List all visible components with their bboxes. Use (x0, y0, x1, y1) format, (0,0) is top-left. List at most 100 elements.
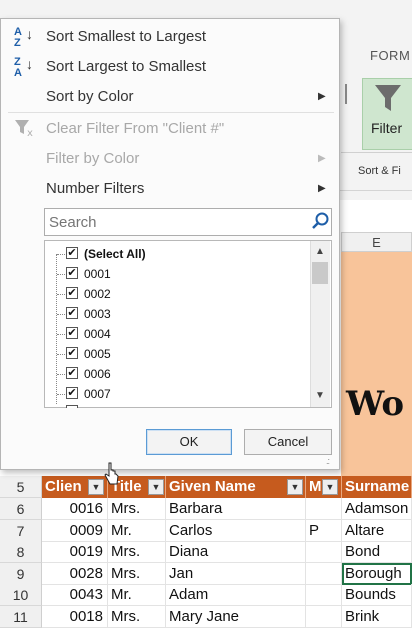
row-header[interactable]: 11 (0, 605, 42, 628)
client-filter-dropdown[interactable]: ▼ (88, 479, 104, 495)
column-header-e[interactable]: E (341, 232, 412, 252)
scrollbar-thumb[interactable] (312, 262, 328, 284)
tree-branch (57, 294, 65, 295)
filter-value-item[interactable]: ✔ 0001 (57, 265, 296, 283)
banner-text: Wo (346, 384, 405, 424)
scroll-down-icon[interactable]: ▼ (312, 390, 328, 401)
menu-sort-asc-label: Sort Smallest to Largest (46, 28, 207, 45)
filter-value-item[interactable]: ✔ 0007 (57, 385, 296, 403)
ribbon-divider (341, 152, 412, 153)
checkbox[interactable] (66, 405, 78, 408)
svg-text:x: x (27, 128, 33, 138)
checkbox[interactable]: ✔ (66, 347, 78, 359)
filter-value-label: 0007 (84, 387, 111, 401)
tree-connector (56, 254, 57, 404)
cell-client[interactable]: 0028 (42, 562, 108, 585)
row-header-5[interactable]: 5 (0, 476, 42, 498)
resize-grip-icon[interactable]: .: (326, 456, 330, 466)
checkbox[interactable]: ✔ (66, 387, 78, 399)
row-header[interactable]: 10 (0, 584, 42, 606)
checkbox[interactable]: ✔ (66, 307, 78, 319)
menu-sort-by-color[interactable]: Sort by Color (46, 88, 134, 105)
menu-clear-filter[interactable]: Clear Filter From "Client #" (46, 120, 224, 137)
filter-search-input[interactable] (44, 208, 332, 236)
row-header[interactable]: 6 (0, 498, 42, 520)
middle-filter-dropdown[interactable]: ▼ (322, 479, 338, 495)
cell-middle[interactable] (306, 562, 342, 585)
ok-button[interactable]: OK (146, 429, 232, 455)
menu-number-filters-label: Number Filters (46, 180, 145, 197)
checkbox[interactable]: ✔ (66, 247, 78, 259)
cell-given-name[interactable]: Barbara (166, 498, 306, 520)
filter-value-label: 0003 (84, 307, 111, 321)
menu-filter-by-color[interactable]: Filter by Color (46, 150, 139, 167)
header-given-name-label: Given Name (169, 478, 256, 495)
select-all-item[interactable]: ✔ (Select All) (57, 245, 296, 263)
filter-value-label: 0001 (84, 267, 111, 281)
filter-value-item[interactable]: ✔ 0004 (57, 325, 296, 343)
cell-title[interactable]: Mrs. (108, 541, 166, 563)
menu-sort-by-color-label: Sort by Color (46, 88, 134, 105)
checkbox[interactable]: ✔ (66, 367, 78, 379)
sort-ascending-icon: A Z ↓ (14, 26, 33, 49)
menu-clear-filter-label: Clear Filter From "Client #" (46, 120, 225, 137)
row-header[interactable]: 9 (0, 562, 42, 585)
filter-value-item[interactable]: ✔ 0002 (57, 285, 296, 303)
menu-sort-smallest-to-largest[interactable]: Sort Smallest to Largest (46, 28, 206, 45)
filter-label: Filter (371, 120, 403, 136)
filter-value-item[interactable]: ✔ 0003 (57, 305, 296, 323)
tree-branch (57, 314, 65, 315)
row-header[interactable]: 7 (0, 519, 42, 542)
cell-middle[interactable] (306, 498, 342, 520)
filter-value-item[interactable]: ✔ 0005 (57, 345, 296, 363)
cell-given-name[interactable]: Carlos (166, 519, 306, 542)
menu-sort-desc-label: Sort Largest to Smallest (46, 58, 207, 75)
cell-given-name[interactable]: Jan (166, 562, 306, 585)
cell-title[interactable]: Mr. (108, 519, 166, 542)
cell-middle[interactable] (306, 605, 342, 628)
cell-given-name[interactable]: Mary Jane (166, 605, 306, 628)
search-icon (312, 212, 330, 230)
cell-client[interactable]: 0019 (42, 541, 108, 563)
cell-surname[interactable]: Borough (342, 562, 412, 585)
cell-middle[interactable] (306, 541, 342, 563)
cell-given-name[interactable]: Diana (166, 541, 306, 563)
cell-middle[interactable] (306, 584, 342, 606)
cell-title[interactable]: Mrs. (108, 605, 166, 628)
cell-title[interactable]: Mrs. (108, 498, 166, 520)
title-filter-dropdown[interactable]: ▼ (148, 479, 164, 495)
cell-client[interactable]: 0043 (42, 584, 108, 606)
filter-button[interactable] (362, 78, 412, 150)
header-surname: Surname (342, 476, 412, 498)
tree-branch (57, 334, 65, 335)
cell-middle[interactable]: P (306, 519, 342, 542)
cell-surname[interactable]: Brink (342, 605, 412, 628)
cancel-button[interactable]: Cancel (244, 429, 332, 455)
menu-number-filters[interactable]: Number Filters (46, 180, 144, 197)
checkbox[interactable]: ✔ (66, 287, 78, 299)
cell-surname[interactable]: Adamson (342, 498, 412, 520)
tree-branch (57, 254, 65, 255)
cell-title[interactable]: Mr. (108, 584, 166, 606)
chevron-right-icon: ▶ (318, 91, 326, 102)
cell-given-name[interactable]: Adam (166, 584, 306, 606)
sort-filter-group-label: Sort & Fi (358, 165, 401, 177)
cell-title[interactable]: Mrs. (108, 562, 166, 585)
cell-client[interactable]: 0009 (42, 519, 108, 542)
given-name-filter-dropdown[interactable]: ▼ (287, 479, 303, 495)
row-header[interactable]: 8 (0, 541, 42, 563)
menu-sort-largest-to-smallest[interactable]: Sort Largest to Smallest (46, 58, 206, 75)
cell-surname[interactable]: Altare (342, 519, 412, 542)
tab-formulas[interactable]: FORM (370, 48, 410, 63)
sort-descending-icon: Z A ↓ (14, 56, 33, 79)
cell-client[interactable]: 0018 (42, 605, 108, 628)
cell-surname[interactable]: Bond (342, 541, 412, 563)
filter-value-item[interactable]: ✔ 0006 (57, 365, 296, 383)
cell-client[interactable]: 0016 (42, 498, 108, 520)
tree-branch (57, 374, 65, 375)
checkbox[interactable]: ✔ (66, 327, 78, 339)
scroll-up-icon[interactable]: ▲ (312, 246, 328, 257)
cell-surname[interactable]: Bounds (342, 584, 412, 606)
checkbox[interactable]: ✔ (66, 267, 78, 279)
ribbon-control[interactable] (341, 78, 361, 108)
